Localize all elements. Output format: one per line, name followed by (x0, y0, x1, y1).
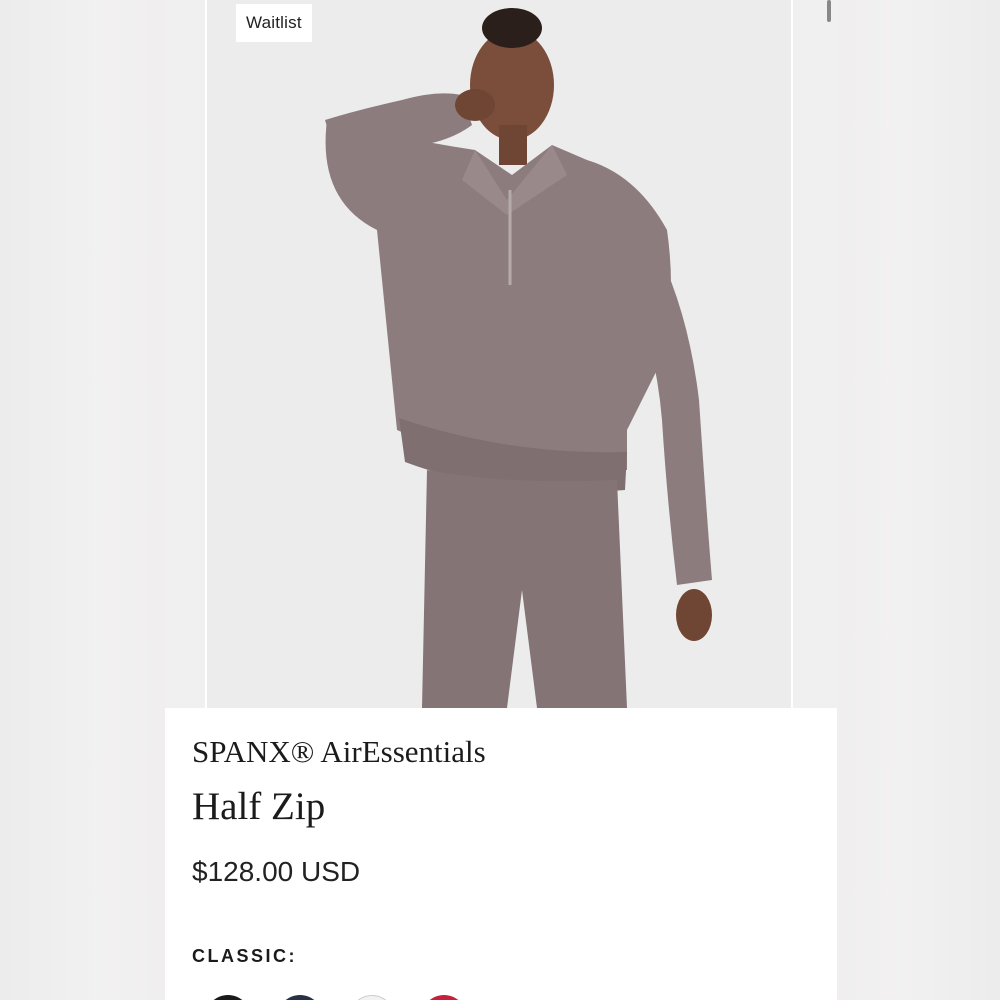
swatch-red[interactable] (421, 995, 467, 1000)
model-hand (676, 589, 712, 641)
right-sleeve (637, 230, 712, 585)
model-photo-illustration (325, 8, 712, 708)
sweatshirt-body (325, 120, 671, 471)
model-neck (499, 125, 527, 165)
leggings (422, 470, 627, 708)
model-hand-raised (455, 89, 495, 121)
swatch-white[interactable] (349, 995, 395, 1000)
swatch-black[interactable] (205, 995, 251, 1000)
product-info: SPANX® AirEssentials Half Zip $128.00 US… (165, 708, 837, 1000)
product-page: Waitlist SPANX® AirEssentials Half Zip $… (165, 0, 837, 1000)
product-image[interactable] (205, 0, 793, 708)
product-image-area[interactable]: Waitlist (165, 0, 837, 708)
product-title: Half Zip (192, 785, 326, 828)
blurred-background-right (835, 0, 1000, 1000)
blurred-background-left (0, 0, 165, 1000)
product-brand: SPANX® AirEssentials (192, 734, 486, 769)
model-hair (482, 8, 542, 48)
color-group-label: CLASSIC: (192, 946, 297, 966)
scroll-indicator (827, 0, 831, 22)
swatch-navy[interactable] (277, 995, 323, 1000)
waitlist-badge: Waitlist (236, 4, 312, 42)
product-price: $128.00 USD (192, 856, 361, 887)
